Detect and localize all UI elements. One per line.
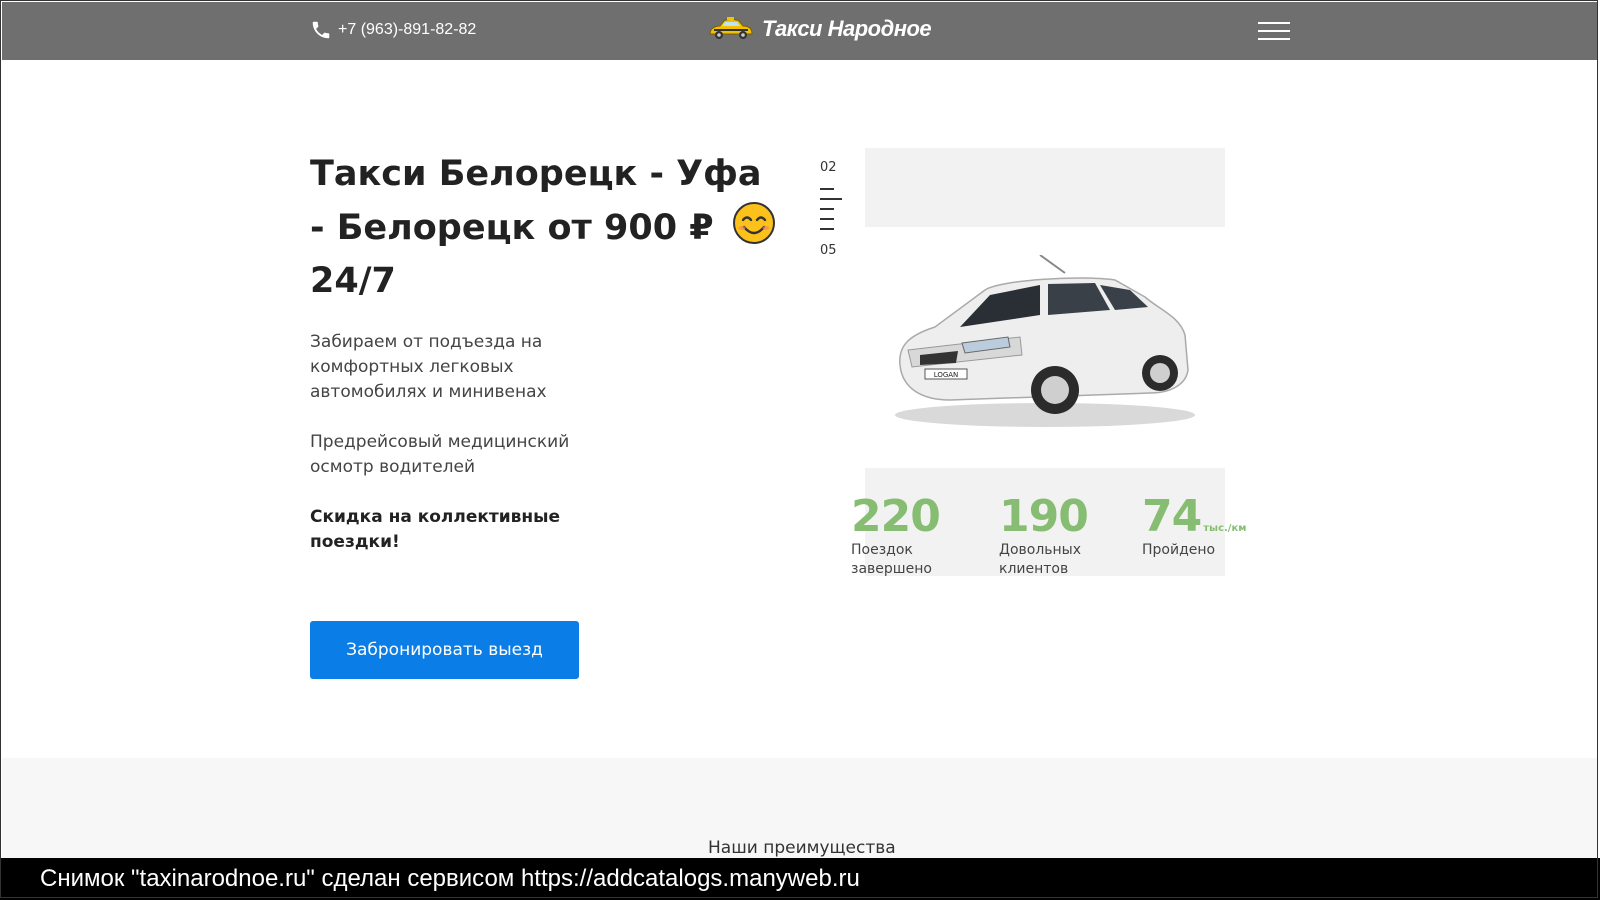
slide-dot[interactable]	[820, 208, 834, 210]
smiling-face-icon	[732, 202, 775, 244]
hero-description-pickup: Забираем от подъезда на комфортных легко…	[310, 332, 547, 402]
phone-number: +7 (963)-891-82-82	[338, 21, 477, 38]
slider-pagination	[820, 188, 844, 238]
hamburger-menu-icon[interactable]	[1258, 20, 1292, 42]
hero-description-medical: Предрейсовый медицинский осмотр водителе…	[310, 432, 570, 477]
site-logo[interactable]: Такси Народное	[706, 16, 932, 42]
slide-dot[interactable]	[820, 218, 834, 220]
slide-current-number: 02	[820, 160, 837, 175]
stat-trips-value: 220	[851, 491, 941, 542]
svg-text:LOGAN: LOGAN	[934, 371, 959, 379]
hero-discount-note: Скидка на коллективные поездки!	[310, 507, 561, 552]
hero-title: Такси Белорецк - Уфа - Белорецк от 900 ₽…	[310, 148, 780, 308]
slide-dot-active[interactable]	[820, 198, 842, 200]
stat-distance: 74 тыс./км Пройдено	[1142, 495, 1246, 560]
stat-distance-value: 74	[1142, 491, 1202, 542]
screenshot-caption: Снимок "taxinarodnoe.ru" сделан сервисом…	[0, 858, 1600, 900]
stat-clients-label: Довольных клиентов	[999, 542, 1082, 577]
hero-title-tail: 24/7	[310, 261, 396, 301]
site-header: +7 (963)-891-82-82 Такси Народное	[2, 2, 1598, 60]
stat-clients: 190 Довольных клиентов	[999, 495, 1099, 579]
stat-distance-unit: тыс./км	[1203, 523, 1247, 534]
slide-dot[interactable]	[820, 188, 834, 190]
slide-dot[interactable]	[820, 228, 834, 230]
logo-text: Такси Народное	[762, 16, 932, 41]
stat-trips-label: Поездок завершено	[851, 542, 932, 577]
slide-total-number: 05	[820, 243, 837, 258]
book-ride-button[interactable]: Забронировать выезд	[310, 621, 579, 679]
slide-top-panel	[865, 148, 1225, 227]
white-sedan-car-image: LOGAN	[895, 255, 1195, 427]
taxi-car-icon	[709, 17, 753, 39]
phone-link[interactable]: +7 (963)-891-82-82	[310, 19, 476, 41]
stat-distance-label: Пройдено	[1142, 542, 1216, 558]
phone-icon	[312, 21, 330, 39]
stat-clients-value: 190	[999, 491, 1089, 542]
stat-trips: 220 Поездок завершено	[851, 495, 951, 579]
advantages-title: Наши преимущества	[708, 838, 896, 858]
hero-title-text: Такси Белорецк - Уфа - Белорецк от 900 ₽	[310, 154, 762, 248]
